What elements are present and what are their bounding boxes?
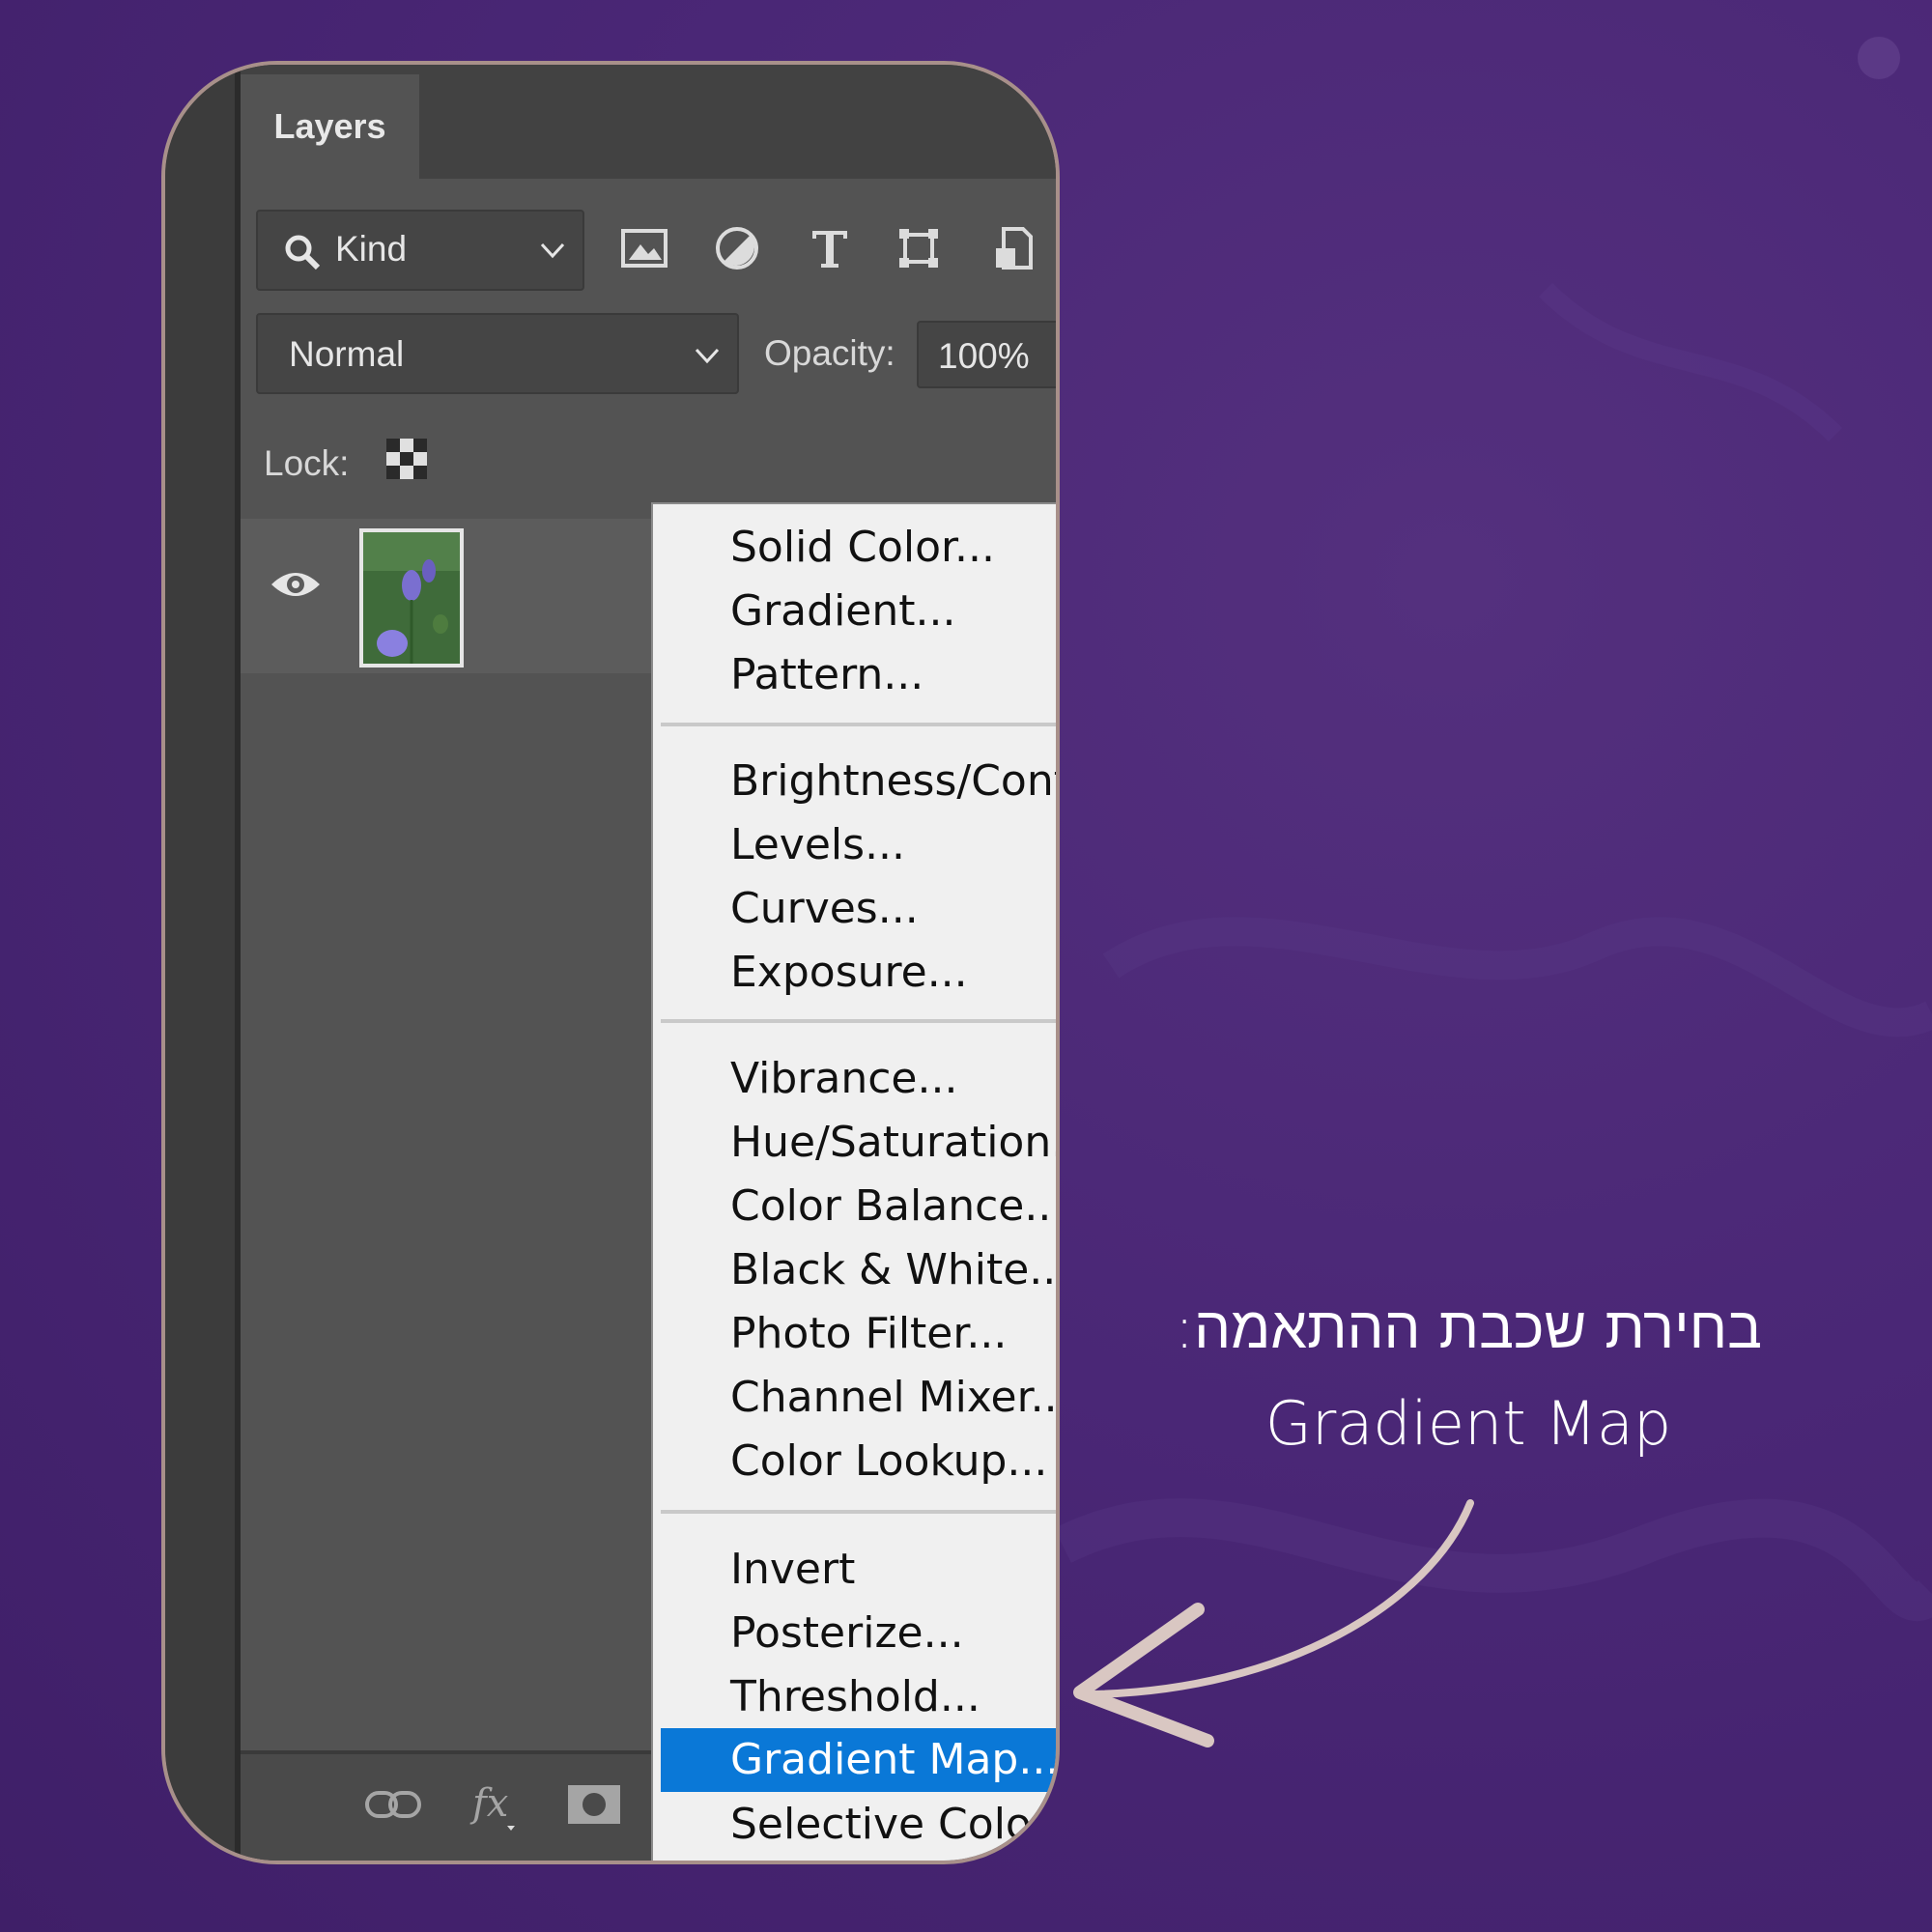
opacity-value: 100% bbox=[938, 336, 1030, 376]
blend-mode-dropdown[interactable]: Normal bbox=[256, 313, 739, 394]
caption-gradient-map: Gradient Map bbox=[1264, 1388, 1672, 1459]
blend-mode-value: Normal bbox=[289, 334, 405, 374]
menu-item-invert[interactable]: Invert bbox=[730, 1538, 855, 1602]
panel-left-strip bbox=[165, 65, 235, 1861]
opacity-label: Opacity: bbox=[764, 333, 895, 373]
image-filter-icon[interactable] bbox=[615, 219, 673, 277]
svg-text:fx: fx bbox=[469, 1781, 508, 1826]
menu-separator bbox=[661, 723, 1056, 726]
menu-item-pattern[interactable]: Pattern... bbox=[730, 643, 923, 707]
pointer-arrow-icon bbox=[1073, 1499, 1474, 1747]
tab-layers[interactable]: Layers bbox=[241, 74, 419, 179]
eye-visibility-icon[interactable] bbox=[270, 565, 322, 604]
caption-hebrew: בחירת שכבת ההתאמה: bbox=[1174, 1294, 1763, 1362]
layer-thumbnail bbox=[359, 528, 464, 668]
menu-item-posterize[interactable]: Posterize... bbox=[730, 1602, 964, 1665]
menu-item-gradient-map[interactable]: Gradient Map... bbox=[661, 1728, 1056, 1792]
menu-item-color-balance[interactable]: Color Balance... bbox=[730, 1175, 1056, 1238]
panel-tab-bar: Layers bbox=[241, 65, 1056, 179]
layers-panel-frame: Layers Kind Normal Opacity: 100% Lock: f… bbox=[161, 61, 1060, 1864]
type-filter-icon[interactable] bbox=[801, 219, 859, 277]
layer-mask-icon[interactable] bbox=[565, 1776, 623, 1833]
menu-item-channel-mixer[interactable]: Channel Mixer... bbox=[730, 1366, 1056, 1430]
fx-icon[interactable]: fx bbox=[467, 1776, 525, 1833]
adjustment-filter-icon[interactable] bbox=[708, 219, 766, 277]
menu-item-selective-color[interactable]: Selective Color... bbox=[730, 1793, 1056, 1857]
opacity-field[interactable]: 100% bbox=[917, 321, 1056, 388]
link-layers-icon[interactable] bbox=[364, 1776, 422, 1833]
lock-label: Lock: bbox=[264, 443, 350, 483]
adjustment-layer-menu: Solid Color... Gradient... Pattern... Br… bbox=[651, 502, 1056, 1861]
smart-object-filter-icon[interactable] bbox=[984, 219, 1042, 277]
menu-item-exposure[interactable]: Exposure... bbox=[730, 941, 968, 1005]
menu-item-curves[interactable]: Curves... bbox=[730, 877, 919, 941]
menu-item-black-white[interactable]: Black & White... bbox=[730, 1238, 1056, 1302]
lock-transparent-pixels-icon[interactable] bbox=[385, 438, 428, 480]
menu-item-photo-filter[interactable]: Photo Filter... bbox=[730, 1302, 1007, 1366]
menu-item-solid-color[interactable]: Solid Color... bbox=[730, 516, 995, 580]
menu-item-hue-saturation[interactable]: Hue/Saturation... bbox=[730, 1111, 1056, 1175]
chevron-down-icon bbox=[540, 242, 565, 259]
search-icon bbox=[285, 235, 321, 270]
menu-item-color-lookup[interactable]: Color Lookup... bbox=[730, 1430, 1047, 1493]
menu-item-levels[interactable]: Levels... bbox=[730, 813, 905, 877]
menu-separator bbox=[661, 1510, 1056, 1514]
menu-item-vibrance[interactable]: Vibrance... bbox=[730, 1047, 957, 1111]
shape-filter-icon[interactable] bbox=[890, 219, 948, 277]
menu-item-brightness-contrast[interactable]: Brightness/Contrast... bbox=[730, 750, 1056, 813]
menu-item-threshold[interactable]: Threshold... bbox=[730, 1665, 980, 1729]
filter-kind-value: Kind bbox=[335, 229, 408, 269]
menu-separator bbox=[661, 1019, 1056, 1023]
filter-kind-dropdown[interactable]: Kind bbox=[256, 210, 584, 291]
menu-item-gradient[interactable]: Gradient... bbox=[730, 580, 955, 643]
chevron-down-icon bbox=[695, 348, 720, 364]
